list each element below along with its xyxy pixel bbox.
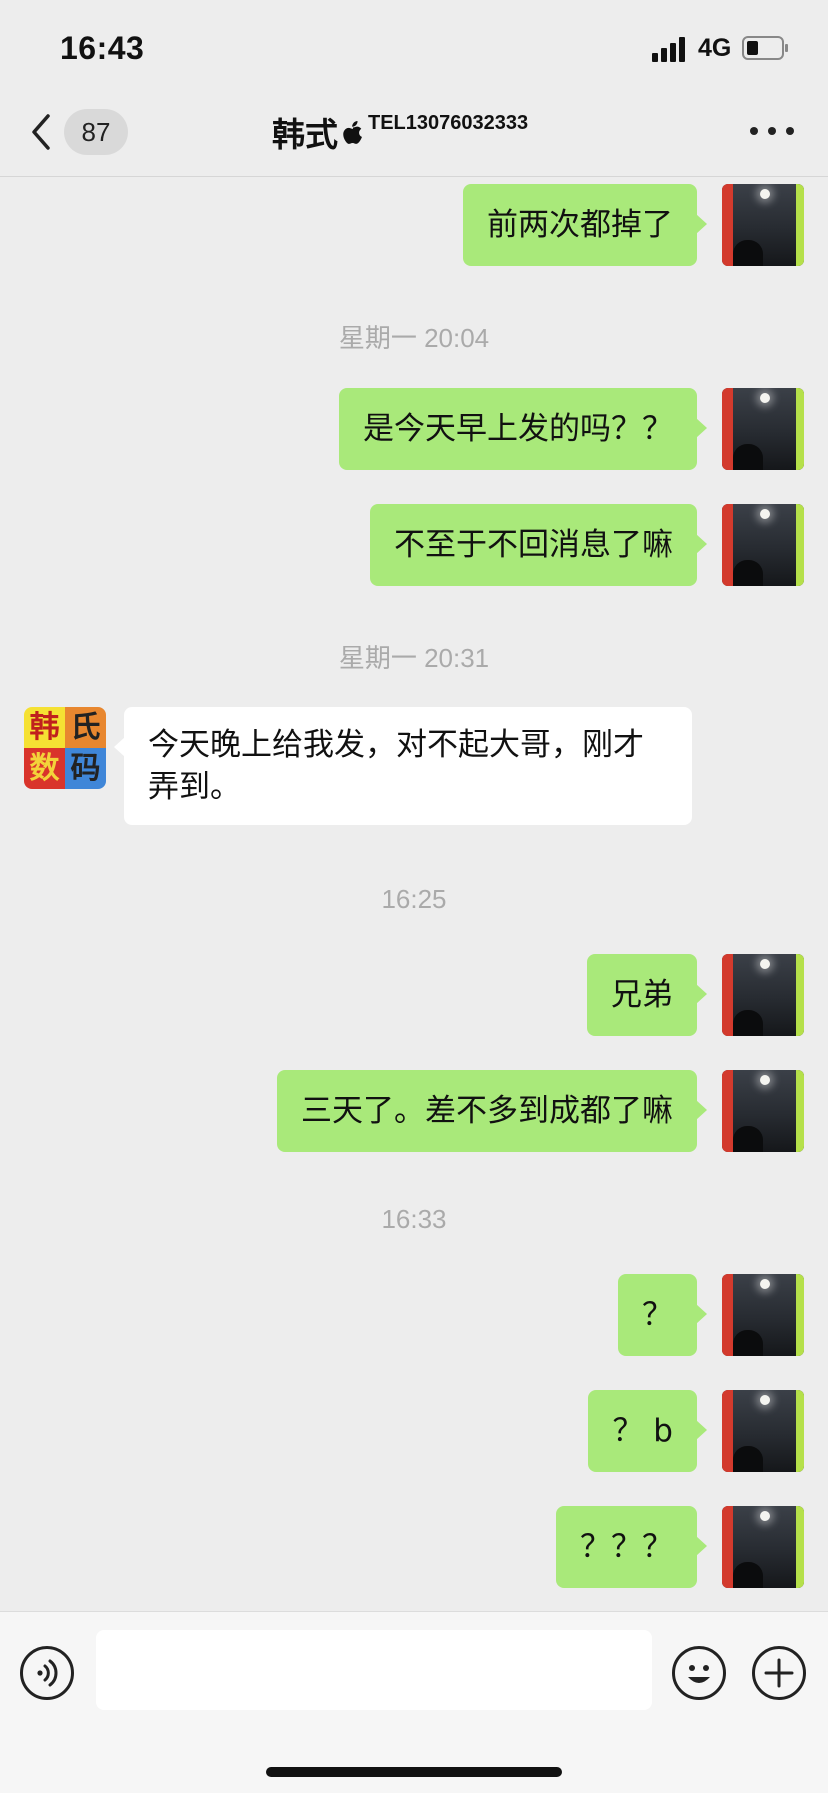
contact-name: 韩式 [272,115,338,154]
my-avatar[interactable] [722,954,804,1036]
home-indicator [266,1767,562,1777]
voice-icon [37,1659,58,1687]
timestamp: 16:25 [381,884,447,914]
my-avatar[interactable] [722,1506,804,1588]
my-message-bubble[interactable]: 是今天早上发的吗？？ [339,388,707,470]
more-options-button[interactable] [750,124,794,138]
my-message-bubble[interactable]: ？ [618,1274,707,1356]
dot-icon [786,127,794,135]
contact-avatar[interactable]: 韩 氏 数 码 [24,707,106,789]
timestamp: 16:33 [381,1204,447,1234]
more-functions-button[interactable] [752,1646,806,1700]
battery-icon [742,36,788,60]
my-message-bubble[interactable]: 三天了。差不多到成都了嘛 [277,1070,707,1152]
back-button[interactable] [26,110,56,154]
my-avatar[interactable] [722,1070,804,1152]
my-avatar[interactable] [722,184,804,266]
my-avatar[interactable] [722,388,804,470]
my-avatar[interactable] [722,504,804,586]
top-bar: 16:43 4G 87 韩式 TEL13076032333 [0,0,828,177]
chat-title: 韩式 TEL13076032333 [272,108,528,156]
my-avatar[interactable] [722,1390,804,1472]
signal-icon [652,36,692,62]
avatar-char: 氏 [65,707,106,748]
avatar-char: 码 [65,748,106,789]
contact-tel: TEL13076032333 [368,111,529,134]
voice-input-button[interactable] [20,1646,74,1700]
my-message-bubble[interactable]: ？？？ [556,1506,707,1588]
avatar-char: 数 [24,748,65,789]
status-time: 16:43 [60,30,145,66]
my-message-bubble[interactable]: 前两次都掉了 [463,184,707,266]
emoji-button[interactable] [672,1646,726,1700]
chevron-left-icon [32,114,50,150]
my-message-bubble[interactable]: ？ b [588,1390,707,1472]
dot-icon [768,127,776,135]
input-bar [0,1611,828,1793]
avatar-char: 韩 [24,707,65,748]
apple-icon [343,121,362,144]
my-message-bubble[interactable]: 兄弟 [587,954,707,1036]
smiley-icon [688,1665,710,1683]
network-type: 4G [698,34,732,62]
their-message-bubble[interactable]: 今天晚上给我发，对不起大哥，刚才弄到。 [114,707,692,825]
dot-icon [750,127,758,135]
unread-count-badge[interactable]: 87 [64,109,128,155]
my-avatar[interactable] [722,1274,804,1356]
my-message-bubble[interactable]: 不至于不回消息了嘛 [370,504,707,586]
message-input[interactable] [96,1630,652,1710]
plus-icon [764,1658,794,1688]
timestamp: 星期一 20:31 [338,643,490,673]
timestamp: 星期一 20:04 [338,323,490,353]
